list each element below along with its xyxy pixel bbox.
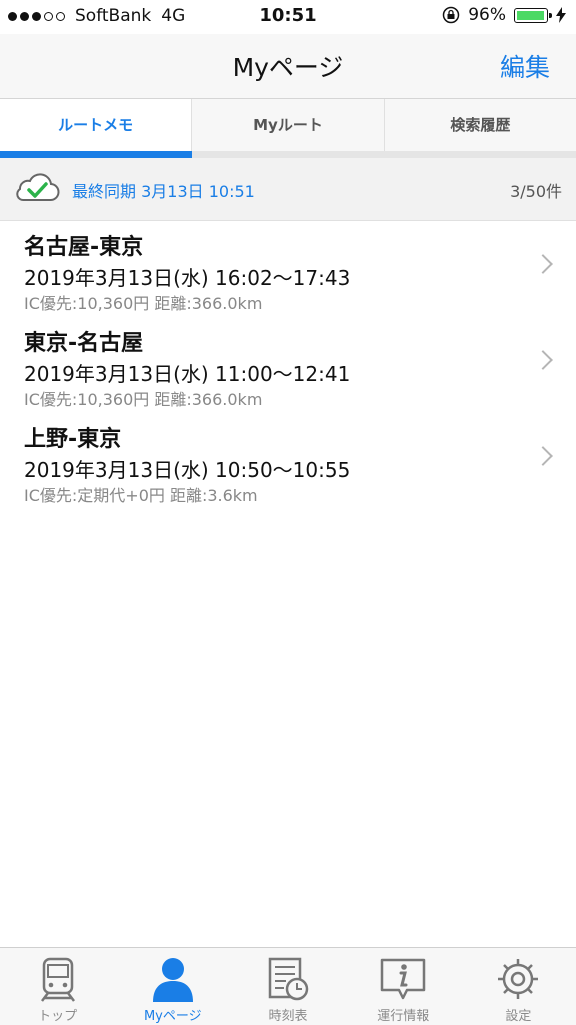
- tab-indicator-track: [192, 151, 576, 158]
- tab-route-memo[interactable]: ルートメモ: [0, 99, 193, 151]
- sync-status-bar: 最終同期 3月13日 10:51 3/50件: [0, 158, 576, 221]
- route-name: 東京-名古屋: [24, 331, 144, 356]
- tabbar-label: 設定: [505, 1009, 532, 1024]
- tabbar-label: Myページ: [143, 1009, 202, 1024]
- tab-my-route[interactable]: Myルート: [192, 99, 385, 151]
- last-sync-text: 最終同期 3月13日 10:51: [72, 182, 255, 201]
- page-title: Myページ: [232, 53, 344, 82]
- charging-bolt-icon: [556, 7, 566, 23]
- status-bar: SoftBank 4G 10:51 96%: [0, 0, 576, 34]
- chevron-right-icon: [533, 350, 553, 370]
- route-detail: IC優先:10,360円 距離:366.0km: [24, 294, 263, 313]
- tab-search-history[interactable]: 検索履歴: [385, 99, 576, 151]
- route-name: 上野-東京: [24, 427, 122, 452]
- tabbar-label: トップ: [38, 1009, 78, 1024]
- edit-button[interactable]: 編集: [500, 48, 550, 84]
- route-datetime: 2019年3月13日(水) 16:02〜17:43: [24, 266, 351, 290]
- person-icon: [152, 958, 193, 1002]
- route-datetime: 2019年3月13日(水) 10:50〜10:55: [24, 458, 351, 482]
- tabbar-item-timetable[interactable]: 時刻表: [230, 948, 345, 1025]
- route-list-item[interactable]: 上野-東京 2019年3月13日(水) 10:50〜10:55 IC優先:定期代…: [0, 413, 576, 509]
- route-datetime: 2019年3月13日(水) 11:00〜12:41: [24, 362, 351, 386]
- orientation-lock-icon: [442, 6, 460, 24]
- battery-icon: [514, 7, 552, 23]
- bottom-tab-bar: トップ Myページ 時刻表 運行情報 設定: [0, 947, 576, 1025]
- route-memo-list: 名古屋-東京 2019年3月13日(水) 16:02〜17:43 IC優先:10…: [0, 221, 576, 509]
- tabbar-label: 運行情報: [377, 1009, 430, 1024]
- status-right: 96%: [442, 5, 566, 25]
- timetable-icon: [268, 957, 309, 1001]
- memo-count: 3/50件: [510, 182, 562, 201]
- tabbar-item-service-info[interactable]: 運行情報: [346, 948, 461, 1025]
- chevron-right-icon: [533, 446, 553, 466]
- tabbar-item-settings[interactable]: 設定: [461, 948, 576, 1025]
- cloud-check-icon: [16, 173, 60, 202]
- battery-percent: 96%: [468, 5, 506, 25]
- route-name: 名古屋-東京: [24, 235, 144, 260]
- info-icon: [380, 958, 426, 1000]
- route-list-item[interactable]: 東京-名古屋 2019年3月13日(水) 11:00〜12:41 IC優先:10…: [0, 317, 576, 413]
- active-tab-indicator: [0, 151, 192, 158]
- train-icon: [40, 957, 75, 1002]
- route-detail: IC優先:10,360円 距離:366.0km: [24, 390, 263, 409]
- navigation-bar: Myページ 編集: [0, 34, 576, 99]
- gear-icon: [498, 959, 539, 999]
- route-list-item[interactable]: 名古屋-東京 2019年3月13日(水) 16:02〜17:43 IC優先:10…: [0, 221, 576, 317]
- tabbar-label: 時刻表: [268, 1009, 308, 1024]
- segment-tabs: ルートメモ Myルート 検索履歴: [0, 99, 576, 151]
- tabbar-item-mypage[interactable]: Myページ: [115, 948, 230, 1025]
- chevron-right-icon: [533, 254, 553, 274]
- tabbar-item-top[interactable]: トップ: [0, 948, 115, 1025]
- route-detail: IC優先:定期代+0円 距離:3.6km: [24, 486, 258, 505]
